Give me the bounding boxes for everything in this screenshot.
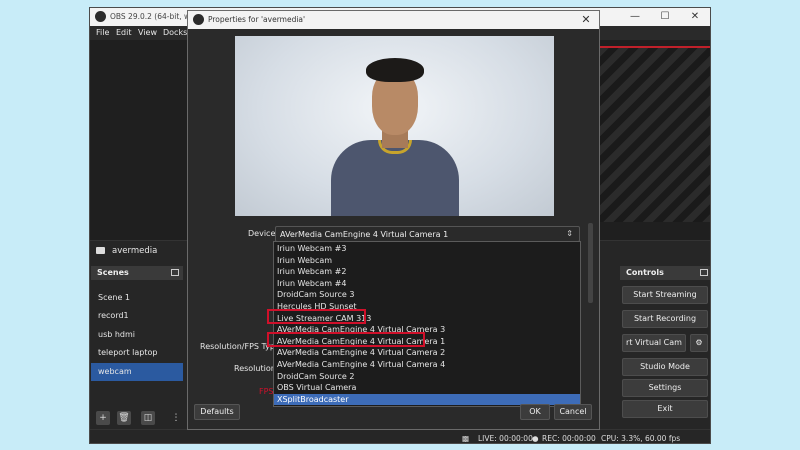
trash-icon[interactable]: 🗑 [117,411,131,425]
device-option[interactable]: AVerMedia CamEngine 4 Virtual Camera 4 [274,359,580,371]
device-option[interactable]: Iriun Webcam [274,255,580,267]
scene-item-teleport-laptop[interactable]: teleport laptop [91,344,183,362]
scene-filter-icon[interactable]: ◫ [141,411,155,425]
start-virtual-cam-button[interactable]: rt Virtual Cam [622,334,686,352]
close-icon[interactable]: ✕ [573,11,599,29]
properties-scrollbar[interactable] [588,223,593,303]
cancel-button[interactable]: Cancel [554,404,592,420]
selected-source-name: avermedia [112,246,158,256]
network-icon: ▩ [462,434,470,443]
cpu-usage: CPU: 3.3%, 60.00 fps [601,434,681,443]
preview-placeholder-stripes [599,46,710,222]
device-option[interactable]: Iriun Webcam #3 [274,243,580,255]
fps-label: FPS [259,387,274,396]
scenes-list: Scene 1 record1 usb hdmi teleport laptop… [91,289,183,381]
device-option[interactable]: DroidCam Source 2 [274,371,580,383]
live-timer: LIVE: 00:00:00 [478,434,533,443]
studio-mode-button[interactable]: Studio Mode [622,358,708,376]
device-select[interactable]: AVerMedia CamEngine 4 Virtual Camera 1 ⇕ [275,226,580,242]
ok-button[interactable]: OK [520,404,550,420]
scene-item-record1[interactable]: record1 [91,307,183,325]
more-options-icon[interactable]: ⋮ [169,411,183,425]
dialog-title: Properties for 'avermedia' [208,15,306,24]
start-recording-button[interactable]: Start Recording [622,310,708,328]
menu-view[interactable]: View [138,28,157,37]
device-option[interactable]: DroidCam Source 3 [274,289,580,301]
menu-docks[interactable]: Docks [163,28,187,37]
updown-arrow-icon: ⇕ [566,229,573,238]
add-scene-icon[interactable]: + [96,411,110,425]
scene-item-webcam[interactable]: webcam [91,362,183,381]
device-select-value: AVerMedia CamEngine 4 Virtual Camera 1 [280,230,449,239]
scenes-toolbar: + 🗑 ◫ ⋮ [91,408,183,428]
rec-timer: REC: 00:00:00 [542,434,596,443]
obs-logo-icon [95,11,106,22]
device-option[interactable]: OBS Virtual Camera [274,382,580,394]
resolution-fps-type-label: Resolution/FPS Typ [200,342,275,351]
scene-item-scene-1[interactable]: Scene 1 [91,289,183,307]
scene-item-usb-hdmi[interactable]: usb hdmi [91,326,183,344]
device-option[interactable]: AVerMedia CamEngine 4 Virtual Camera 2 [274,347,580,359]
menu-edit[interactable]: Edit [116,28,132,37]
device-label: Device [248,229,276,238]
properties-dialog: Properties for 'avermedia' ✕ Device AVer… [187,10,600,430]
dialog-titlebar: Properties for 'avermedia' ✕ [188,11,599,29]
device-option[interactable]: Iriun Webcam #4 [274,278,580,290]
start-streaming-button[interactable]: Start Streaming [622,286,708,304]
annotation-box-live-streamer [267,309,366,324]
annotation-box-virtual-camera-1 [267,332,425,347]
menu-file[interactable]: File [96,28,109,37]
undock-icon[interactable] [700,269,708,276]
gear-icon[interactable]: ⚙ [690,334,708,352]
device-dropdown-list: Iriun Webcam #3 Iriun Webcam Iriun Webca… [273,241,581,407]
resolution-label: Resolution [234,364,276,373]
scenes-title: Scenes [97,268,129,277]
maximize-icon[interactable]: ☐ [650,8,680,26]
status-bar: ▩ LIVE: 00:00:00 ● REC: 00:00:00 CPU: 3.… [90,429,710,443]
camera-icon [96,247,105,254]
window-controls: — ☐ ✕ [620,8,710,26]
undock-icon[interactable] [171,269,179,276]
record-indicator-icon: ● [532,434,539,443]
minimize-icon[interactable]: — [620,8,650,26]
obs-logo-icon [193,14,204,25]
scenes-dock-header: Scenes [91,266,183,280]
close-icon[interactable]: ✕ [680,8,710,26]
camera-preview [235,36,554,216]
defaults-button[interactable]: Defaults [194,404,240,420]
settings-button[interactable]: Settings [622,379,708,397]
device-option[interactable]: Iriun Webcam #2 [274,266,580,278]
controls-dock-header: Controls [620,266,710,280]
exit-button[interactable]: Exit [622,400,708,418]
controls-title: Controls [626,268,664,277]
